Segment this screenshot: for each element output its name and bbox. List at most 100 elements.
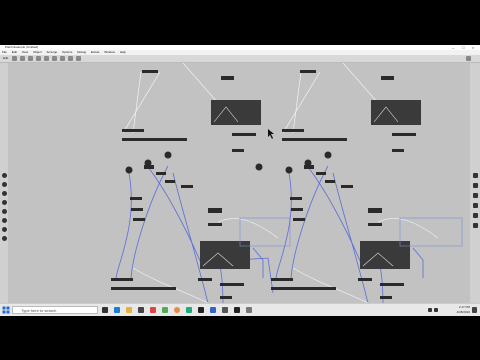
object-box[interactable]	[368, 208, 382, 213]
object-box[interactable]	[220, 283, 244, 286]
sidebar-icon-1[interactable]	[1, 173, 7, 178]
slider-icon[interactable]	[76, 56, 81, 61]
display-panel[interactable]	[211, 100, 261, 125]
windows-taskbar: Type here to search 2:17 PM 4/28/2020	[0, 303, 480, 316]
edge-icon[interactable]	[114, 307, 120, 313]
object-box[interactable]	[181, 185, 193, 188]
button-icon[interactable]	[52, 56, 57, 61]
object-box[interactable]	[198, 278, 212, 281]
object-box[interactable]	[380, 296, 392, 299]
app4-icon[interactable]	[246, 307, 252, 313]
patch-group-top-right	[282, 63, 421, 152]
object-box[interactable]	[282, 129, 304, 132]
toolbar: Edit	[0, 55, 480, 63]
sidebar-icon-7[interactable]	[1, 227, 7, 232]
object-box[interactable]	[293, 218, 305, 221]
terminal-icon[interactable]	[198, 307, 204, 313]
patch-canvas[interactable]	[8, 63, 470, 307]
sidebar-icon-5[interactable]	[1, 209, 7, 214]
sidebar-icon-8[interactable]	[1, 236, 7, 241]
network-icon[interactable]	[428, 308, 432, 312]
object-box[interactable]	[368, 223, 382, 226]
message-icon[interactable]	[36, 56, 41, 61]
lock-icon[interactable]	[12, 56, 17, 61]
object-box[interactable]	[290, 197, 302, 200]
new-object-icon[interactable]	[28, 56, 33, 61]
task-view-icon[interactable]	[102, 307, 108, 313]
object-box[interactable]	[358, 278, 372, 281]
object-box[interactable]	[325, 180, 335, 183]
toggle-node[interactable]	[164, 151, 172, 159]
app-icon[interactable]	[162, 307, 168, 313]
object-box[interactable]	[122, 129, 144, 132]
number-icon[interactable]	[68, 56, 73, 61]
object-box[interactable]	[111, 278, 133, 281]
slider[interactable]	[122, 138, 187, 141]
toggle-node[interactable]	[324, 151, 332, 159]
search-icon[interactable]	[466, 56, 471, 61]
object-box[interactable]	[300, 70, 316, 73]
windows-logo-icon[interactable]	[2, 306, 10, 314]
object-box[interactable]	[133, 218, 145, 221]
right-sidebar	[470, 63, 480, 307]
store-icon[interactable]	[138, 307, 144, 313]
taskbar-search-input[interactable]: Type here to search	[12, 306, 98, 314]
sidebar-icon-3[interactable]	[1, 191, 7, 196]
info-icon[interactable]	[472, 213, 478, 218]
object-box[interactable]	[316, 172, 326, 175]
music-icon[interactable]	[186, 307, 192, 313]
object-box[interactable]	[208, 208, 222, 213]
presentation-icon[interactable]	[20, 56, 25, 61]
object-box[interactable]	[341, 185, 353, 188]
object-box[interactable]	[165, 180, 175, 183]
slider[interactable]	[111, 287, 176, 290]
app-window: Patch Example (Untitled) – □ × File Edit…	[0, 45, 480, 315]
object-box[interactable]	[381, 76, 394, 80]
console-icon[interactable]	[472, 193, 478, 198]
inspector-icon[interactable]	[472, 173, 478, 178]
app3-icon[interactable]	[234, 307, 240, 313]
object-box[interactable]	[232, 149, 244, 152]
object-box[interactable]	[271, 278, 293, 281]
editor-icon[interactable]	[210, 307, 216, 313]
slider[interactable]	[282, 138, 347, 141]
notification-icon[interactable]	[472, 307, 477, 313]
object-box[interactable]	[392, 133, 416, 136]
mail-icon[interactable]	[150, 307, 156, 313]
taskbar-clock[interactable]: 2:17 PM 4/28/2020	[457, 305, 470, 315]
object-box[interactable]	[156, 172, 166, 175]
toggle-icon[interactable]	[60, 56, 65, 61]
app2-icon[interactable]	[222, 307, 228, 313]
object-box[interactable]	[208, 223, 222, 226]
dependencies-icon[interactable]	[472, 223, 478, 228]
object-box[interactable]	[144, 165, 154, 169]
comment-icon[interactable]	[44, 56, 49, 61]
sidebar-icon-6[interactable]	[1, 218, 7, 223]
slider[interactable]	[271, 287, 336, 290]
display-panel[interactable]	[200, 241, 250, 269]
volume-icon[interactable]	[434, 308, 438, 312]
toggle-node[interactable]	[285, 166, 293, 174]
browser-icon[interactable]	[472, 203, 478, 208]
object-box[interactable]	[142, 70, 158, 73]
display-panel[interactable]	[360, 241, 410, 269]
help-icon[interactable]	[472, 183, 478, 188]
object-box[interactable]	[131, 208, 143, 211]
edit-mode-label[interactable]: Edit	[3, 55, 8, 62]
object-box[interactable]	[392, 149, 404, 152]
toggle-node[interactable]	[255, 163, 263, 171]
sidebar-icon-4[interactable]	[1, 200, 7, 205]
object-box[interactable]	[304, 165, 314, 169]
object-box[interactable]	[130, 197, 142, 200]
chrome-icon[interactable]	[174, 307, 180, 313]
object-box[interactable]	[232, 133, 256, 136]
file-explorer-icon[interactable]	[126, 307, 132, 313]
object-box[interactable]	[221, 76, 234, 80]
display-panel[interactable]	[371, 100, 421, 125]
object-box[interactable]	[220, 296, 232, 299]
patch-group-bottom-left	[111, 151, 291, 307]
sidebar-icon-2[interactable]	[1, 182, 7, 187]
object-box[interactable]	[380, 283, 404, 286]
object-box[interactable]	[291, 208, 303, 211]
toggle-node[interactable]	[125, 166, 133, 174]
